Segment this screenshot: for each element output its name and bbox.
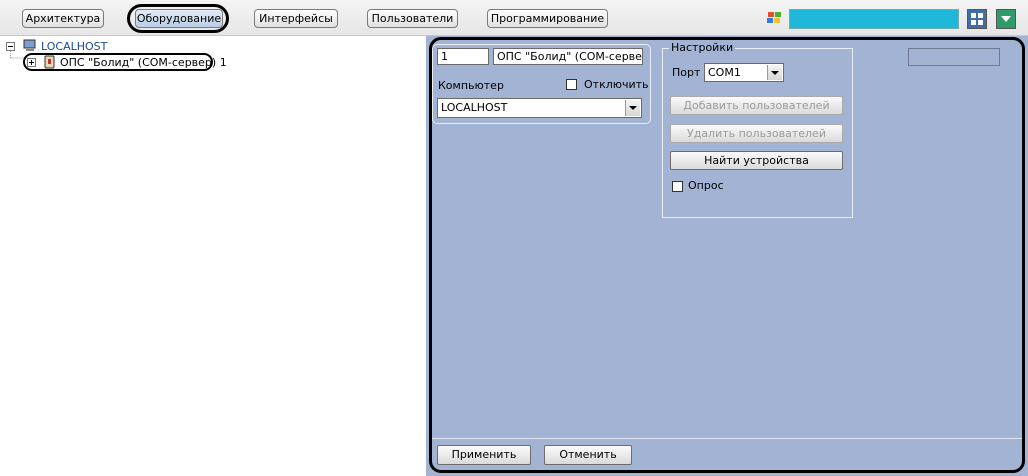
layout-grid-button[interactable] bbox=[967, 9, 987, 29]
dropdown-button[interactable] bbox=[996, 9, 1016, 29]
tree-node-localhost[interactable]: LOCALHOST bbox=[41, 40, 107, 53]
tab-architecture[interactable]: Архитектура bbox=[22, 9, 104, 28]
object-tree: LOCALHOST ОПС "Болид" (COM-сервер) 1 bbox=[0, 36, 426, 476]
panel-highlight bbox=[429, 37, 1025, 473]
tab-interfaces[interactable]: Интерфейсы bbox=[254, 9, 338, 28]
chevron-down-icon bbox=[1001, 16, 1011, 22]
windows-logo-icon bbox=[767, 12, 781, 23]
tab-equipment-highlight bbox=[127, 4, 229, 33]
top-toolbar: Архитектура Оборудование Интерфейсы Поль… bbox=[0, 0, 1028, 36]
search-field[interactable] bbox=[789, 9, 959, 29]
grid-icon bbox=[971, 13, 983, 25]
collapse-icon[interactable] bbox=[6, 42, 15, 51]
tab-programming[interactable]: Программирование bbox=[487, 9, 608, 28]
tree-node-highlight bbox=[23, 53, 213, 71]
tab-users[interactable]: Пользователи bbox=[367, 9, 458, 28]
